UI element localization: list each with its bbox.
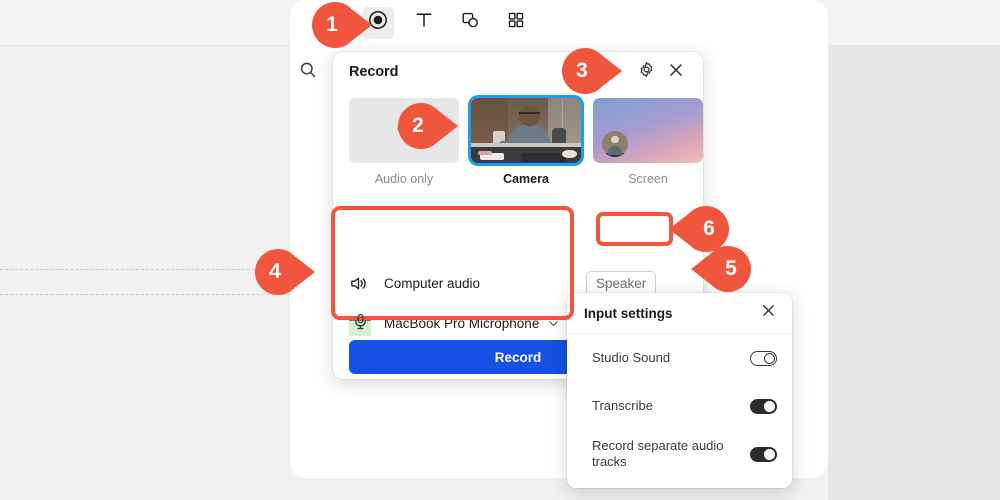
record-settings-button[interactable] xyxy=(633,59,659,85)
studio-sound-toggle[interactable] xyxy=(750,350,777,366)
annotation-balloon-2: 2 xyxy=(398,103,458,149)
record-mode-label: Audio only xyxy=(374,172,434,186)
toggle-knob xyxy=(764,448,775,460)
avatar-head xyxy=(611,135,619,144)
shapes-icon xyxy=(460,10,480,35)
setting-row-transcribe: Transcribe xyxy=(567,382,792,430)
input-settings-title: Input settings xyxy=(584,305,673,321)
setting-row-studio-sound: Studio Sound xyxy=(567,334,792,382)
input-settings-panel: Input settings Studio Sound Transcribe R… xyxy=(567,293,792,488)
screen-thumbnail xyxy=(593,98,703,163)
annotation-balloon-1: 1 xyxy=(312,2,372,48)
record-dialog-close-button[interactable] xyxy=(663,59,689,85)
annotation-number: 5 xyxy=(725,257,737,280)
record-dialog-header: Record xyxy=(333,52,703,92)
input-settings-header: Input settings xyxy=(567,293,792,334)
toggle-knob xyxy=(764,400,775,412)
record-mode-label: Screen xyxy=(628,172,668,186)
input-settings-close-button[interactable] xyxy=(756,301,780,325)
text-t-icon xyxy=(414,10,434,35)
close-x-icon xyxy=(761,303,776,323)
record-mode-camera[interactable]: Camera xyxy=(471,98,581,186)
record-mode-selector: Audio only Camera Screen xyxy=(333,92,703,186)
grid-apps-tool-button[interactable] xyxy=(500,7,532,39)
annotation-balloon-5: 5 xyxy=(691,246,751,292)
record-mode-screen[interactable]: Screen xyxy=(593,98,703,186)
microphone-level-meter xyxy=(349,310,375,336)
device-label: Computer audio xyxy=(384,275,481,291)
annotation-number: 2 xyxy=(412,114,424,137)
annotation-number: 4 xyxy=(269,260,281,283)
speaker-button[interactable]: Speaker xyxy=(586,270,657,296)
annotation-balloon-4: 4 xyxy=(255,249,315,295)
cam-laptop xyxy=(521,153,566,162)
right-pane-bg xyxy=(828,46,1000,500)
search-button[interactable] xyxy=(296,60,320,84)
grid-apps-icon xyxy=(506,10,526,35)
record-mode-label: Camera xyxy=(503,172,549,186)
toggle-knob xyxy=(764,352,775,364)
camera-preview-image xyxy=(471,98,581,163)
setting-row-separate-tracks: Record separate audio tracks xyxy=(567,430,792,478)
setting-label: Transcribe xyxy=(592,398,653,413)
annotation-number: 3 xyxy=(576,59,588,82)
speaker-wave-icon xyxy=(349,274,375,293)
text-tool-button[interactable] xyxy=(408,7,440,39)
cam-pink-item xyxy=(477,150,492,155)
setting-label: Record separate audio tracks xyxy=(592,438,724,469)
shape-tool-button[interactable] xyxy=(454,7,486,39)
annotation-number: 6 xyxy=(703,217,715,240)
annotation-balloon-6: 6 xyxy=(669,206,729,252)
setting-label: Studio Sound xyxy=(592,350,671,365)
separate-audio-tracks-toggle[interactable] xyxy=(750,446,777,462)
annotation-number: 1 xyxy=(326,13,338,36)
cam-person-glasses xyxy=(519,111,541,115)
mic-level-fill xyxy=(349,310,371,336)
search-icon xyxy=(299,61,317,84)
screen-preview-image xyxy=(593,98,703,163)
camera-thumbnail xyxy=(471,98,581,163)
record-dialog-title: Record xyxy=(349,64,399,80)
screenshot-root: Record Audio only Camera Screen Computer… xyxy=(0,0,1000,500)
avatar-body xyxy=(607,145,623,156)
close-x-icon xyxy=(668,62,684,83)
screen-avatar xyxy=(602,131,628,157)
annotation-balloon-3: 3 xyxy=(562,48,622,94)
gear-icon xyxy=(638,61,655,83)
device-label: MacBook Pro Microphone xyxy=(384,315,540,331)
transcribe-toggle[interactable] xyxy=(750,398,777,414)
cam-person-head xyxy=(519,104,541,126)
chevron-down-icon[interactable] xyxy=(547,317,560,330)
